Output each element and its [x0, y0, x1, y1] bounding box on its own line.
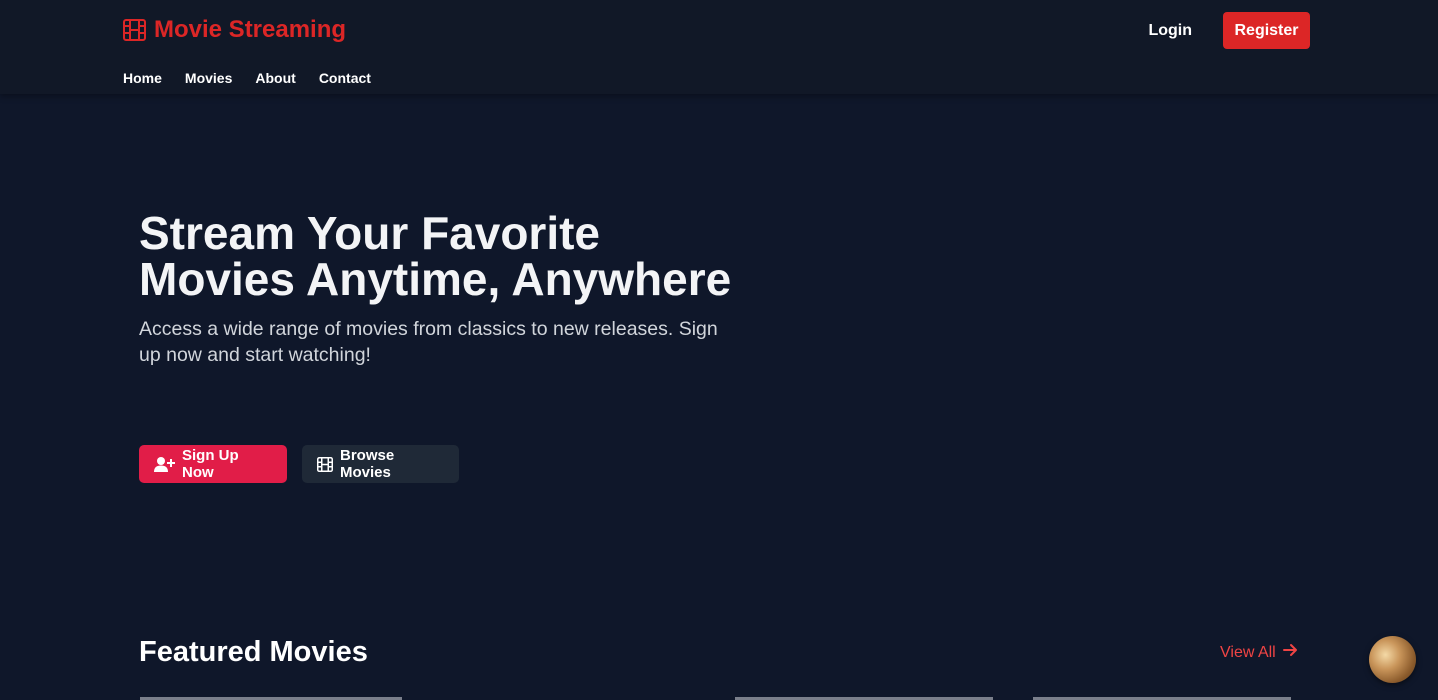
brand-name: Movie Streaming: [154, 16, 347, 43]
hero-section: Stream Your Favorite Movies Anytime, Any…: [139, 210, 739, 368]
auth-actions: Login Register: [1148, 12, 1310, 49]
brand-logo[interactable]: Movie Streaming: [123, 16, 346, 44]
browse-movies-button[interactable]: Browse Movies: [302, 445, 459, 483]
main-nav: Home Movies About Contact: [123, 70, 371, 86]
hero-subtitle: Access a wide range of movies from class…: [139, 318, 718, 366]
sign-up-label: Sign Up Now: [182, 447, 239, 481]
arrow-right-icon: [1282, 643, 1298, 662]
site-header: Movie Streaming Home Movies About Contac…: [0, 0, 1438, 94]
view-all-link[interactable]: View All: [1220, 643, 1298, 662]
register-button[interactable]: Register: [1223, 12, 1310, 49]
film-icon: [317, 456, 333, 472]
hero-actions: Sign Up Now Browse Movies: [139, 445, 459, 483]
sign-up-button[interactable]: Sign Up Now: [139, 445, 287, 483]
nav-item-movies[interactable]: Movies: [185, 70, 232, 86]
nav-item-home[interactable]: Home: [123, 70, 162, 86]
user-plus-icon: [154, 456, 175, 473]
view-all-label: View All: [1220, 643, 1276, 661]
featured-movies-title: Featured Movies: [139, 636, 368, 668]
browse-movies-label: Browse Movies: [340, 447, 395, 481]
nav-item-about[interactable]: About: [255, 70, 295, 86]
nav-item-contact[interactable]: Contact: [319, 70, 371, 86]
film-icon: [123, 19, 146, 41]
avatar[interactable]: [1369, 636, 1416, 683]
login-link[interactable]: Login: [1148, 22, 1192, 40]
hero-title: Stream Your Favorite Movies Anytime, Any…: [139, 207, 732, 305]
